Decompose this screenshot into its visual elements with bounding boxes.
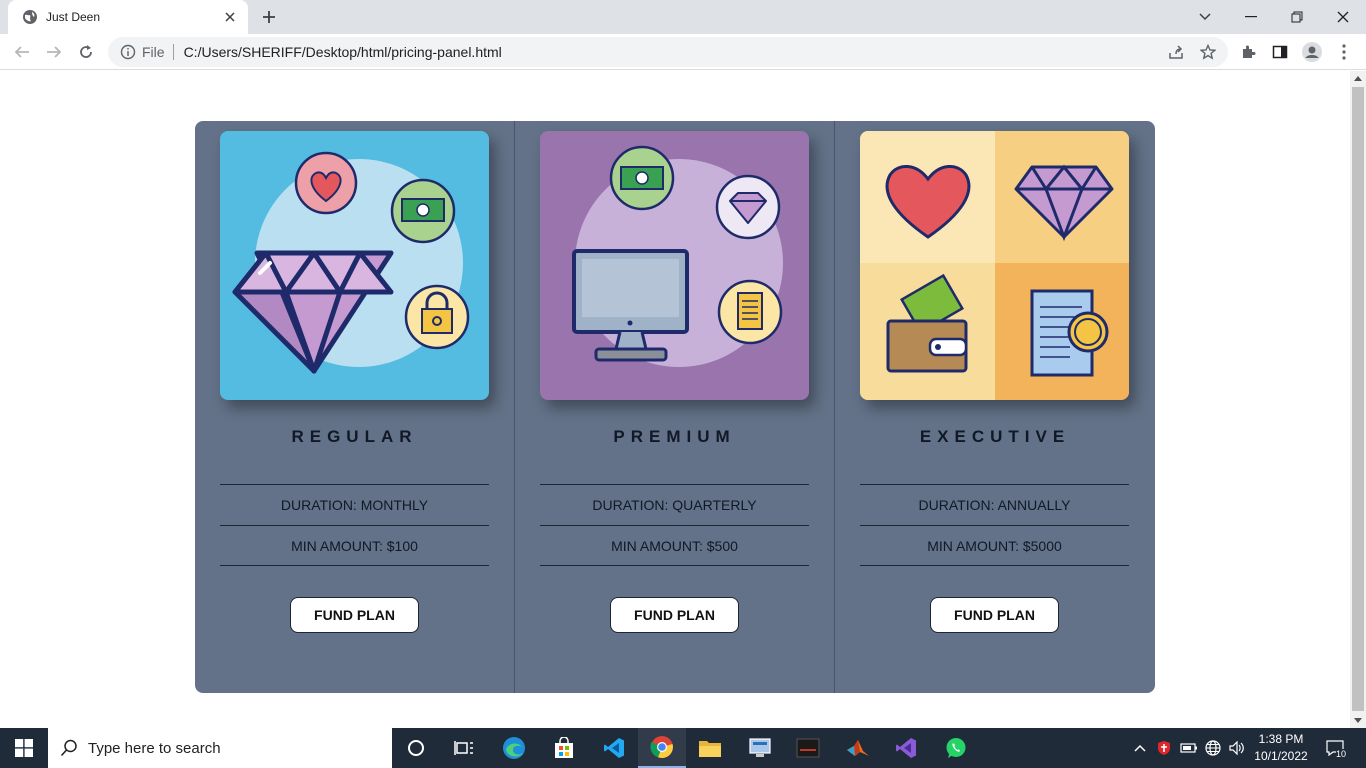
executive-illustration <box>860 131 1129 400</box>
matlab-icon[interactable] <box>834 728 882 768</box>
vertical-scrollbar[interactable] <box>1350 71 1366 728</box>
store-icon[interactable] <box>540 728 588 768</box>
cortana-icon[interactable] <box>392 728 440 768</box>
tab-title: Just Deen <box>46 10 101 24</box>
show-hidden-icons-chevron-icon[interactable] <box>1130 728 1150 768</box>
side-panel-icon[interactable] <box>1268 40 1292 64</box>
plan-duration: DURATION: MONTHLY <box>220 484 489 525</box>
pricing-panel: REGULAR DURATION: MONTHLY MIN AMOUNT: $1… <box>195 121 1155 693</box>
network-globe-icon[interactable] <box>1202 728 1224 768</box>
document-icon <box>717 279 783 345</box>
plan-card-premium: PREMIUM DURATION: QUARTERLY MIN AMOUNT: … <box>515 121 835 693</box>
scroll-up-arrow-icon[interactable] <box>1354 76 1362 81</box>
tab-search-chevron-icon[interactable] <box>1182 0 1228 34</box>
volume-icon[interactable] <box>1226 728 1248 768</box>
money-icon <box>390 178 456 244</box>
globe-icon <box>23 10 37 24</box>
plan-min-amount: MIN AMOUNT: $500 <box>540 525 809 566</box>
scrollbar-thumb[interactable] <box>1352 87 1364 711</box>
money-icon <box>609 145 675 211</box>
forward-arrow-icon[interactable] <box>42 40 66 64</box>
browser-tab[interactable]: Just Deen <box>8 0 248 34</box>
browser-toolbar: File C:/Users/SHERIFF/Desktop/html/prici… <box>0 34 1366 70</box>
file-explorer-icon[interactable] <box>686 728 734 768</box>
menu-kebab-icon[interactable] <box>1332 40 1356 64</box>
restore-icon[interactable] <box>1274 0 1320 34</box>
info-icon[interactable] <box>120 44 136 60</box>
plan-name: REGULAR <box>291 427 418 446</box>
media-app-icon[interactable] <box>784 728 832 768</box>
heart-icon <box>294 151 358 215</box>
clock-date: 10/1/2022 <box>1254 749 1308 763</box>
remote-desktop-icon[interactable] <box>736 728 784 768</box>
task-view-icon[interactable] <box>440 728 488 768</box>
search-icon <box>60 739 77 757</box>
plan-name: PREMIUM <box>613 427 736 446</box>
page-viewport: REGULAR DURATION: MONTHLY MIN AMOUNT: $1… <box>0 71 1350 728</box>
new-tab-icon[interactable] <box>258 7 280 27</box>
back-arrow-icon[interactable] <box>10 40 34 64</box>
tab-strip: Just Deen <box>0 0 1366 34</box>
close-window-icon[interactable] <box>1320 0 1366 34</box>
plan-card-regular: REGULAR DURATION: MONTHLY MIN AMOUNT: $1… <box>195 121 515 693</box>
taskbar-search-box[interactable]: Type here to search <box>48 728 392 768</box>
url-text[interactable]: C:/Users/SHERIFF/Desktop/html/pricing-pa… <box>184 44 502 60</box>
vscode-icon[interactable] <box>590 728 638 768</box>
system-clock[interactable]: 1:38 PM 10/1/2022 <box>1248 731 1314 765</box>
fund-plan-button-executive[interactable]: FUND PLAN <box>930 597 1059 633</box>
notification-count: 10 <box>1335 749 1346 759</box>
profile-avatar-icon[interactable] <box>1300 40 1324 64</box>
notification-center-icon[interactable]: 10 <box>1322 736 1348 760</box>
fund-plan-button-premium[interactable]: FUND PLAN <box>610 597 739 633</box>
visual-studio-icon[interactable] <box>882 728 930 768</box>
premium-illustration <box>540 131 809 400</box>
close-tab-icon[interactable] <box>222 9 238 25</box>
windows-start-icon[interactable] <box>0 728 48 768</box>
minimize-icon[interactable] <box>1228 0 1274 34</box>
plan-duration: DURATION: ANNUALLY <box>860 484 1129 525</box>
battery-icon[interactable] <box>1178 728 1200 768</box>
plan-name: EXECUTIVE <box>919 427 1071 446</box>
edge-browser-icon[interactable] <box>490 728 538 768</box>
search-placeholder: Type here to search <box>88 739 221 757</box>
bookmark-star-icon[interactable] <box>1196 40 1220 64</box>
diamond-icon <box>715 174 781 240</box>
whatsapp-icon[interactable] <box>932 728 980 768</box>
plan-card-executive: EXECUTIVE DURATION: ANNUALLY MIN AMOUNT:… <box>835 121 1155 693</box>
plan-min-amount: MIN AMOUNT: $5000 <box>860 525 1129 566</box>
padlock-icon <box>404 284 470 350</box>
url-scheme-label: File <box>142 44 174 60</box>
regular-illustration <box>220 131 489 400</box>
clock-time: 1:38 PM <box>1258 732 1304 746</box>
fund-plan-button-regular[interactable]: FUND PLAN <box>290 597 419 633</box>
plan-min-amount: MIN AMOUNT: $100 <box>220 525 489 566</box>
address-bar[interactable]: File C:/Users/SHERIFF/Desktop/html/prici… <box>108 37 1228 67</box>
chrome-icon[interactable] <box>638 728 686 768</box>
security-shield-icon[interactable] <box>1154 728 1174 768</box>
extensions-icon[interactable] <box>1236 40 1260 64</box>
windows-taskbar: Type here to search 1:38 PM 10/1/2022 10 <box>0 728 1366 768</box>
share-icon[interactable] <box>1164 40 1188 64</box>
plan-duration: DURATION: QUARTERLY <box>540 484 809 525</box>
reload-icon[interactable] <box>74 40 98 64</box>
scroll-down-arrow-icon[interactable] <box>1354 718 1362 723</box>
